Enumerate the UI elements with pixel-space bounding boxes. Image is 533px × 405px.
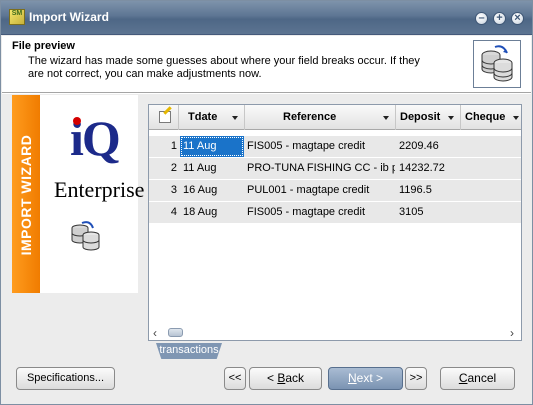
column-label: Tdate bbox=[188, 111, 218, 123]
title-bar[interactable]: SM Import Wizard – + × bbox=[1, 1, 532, 35]
logo-dot bbox=[73, 117, 81, 125]
column-header-cheque[interactable]: Cheque bbox=[461, 105, 521, 130]
wizard-header: File preview The wizard has made some gu… bbox=[2, 36, 531, 92]
sheet-tab-transactions[interactable]: transactions bbox=[156, 343, 222, 359]
row-number: 3 bbox=[170, 184, 177, 196]
grid-header: Tdate Reference Deposit Cheque bbox=[149, 105, 521, 130]
specifications-button[interactable]: Specifications... bbox=[16, 367, 115, 390]
cell-cheque[interactable] bbox=[463, 158, 521, 179]
next-button[interactable]: Next > bbox=[328, 367, 403, 390]
close-icon[interactable]: × bbox=[511, 12, 524, 25]
column-header-reference[interactable]: Reference bbox=[245, 105, 396, 130]
scroll-right-icon[interactable]: › bbox=[510, 326, 514, 340]
edit-icon bbox=[159, 111, 171, 123]
cell-tdate[interactable]: 16 Aug bbox=[183, 180, 244, 201]
database-sync-icon bbox=[71, 221, 100, 251]
header-divider bbox=[2, 92, 531, 94]
window-title: Import Wizard bbox=[29, 10, 109, 24]
table-row[interactable]: 2 11 Aug PRO-TUNA FISHING CC - ib pa 142… bbox=[149, 158, 521, 180]
import-wizard-window: SM Import Wizard – + × File preview The … bbox=[0, 0, 533, 405]
enterprise-logo-text: Enterprise bbox=[54, 177, 145, 202]
table-row[interactable]: 4 18 Aug FIS005 - magtape credit 3105 bbox=[149, 202, 521, 224]
row-number: 2 bbox=[170, 162, 177, 174]
scroll-left-icon[interactable]: ‹ bbox=[153, 326, 157, 340]
cell-cheque[interactable] bbox=[463, 202, 521, 223]
cell-tdate[interactable]: 11 Aug bbox=[180, 136, 244, 157]
iq-logo: iQ bbox=[70, 113, 121, 163]
page-title: File preview bbox=[12, 40, 75, 52]
cell-tdate[interactable]: 18 Aug bbox=[183, 202, 244, 223]
cell-reference[interactable]: PUL001 - magtape credit bbox=[247, 180, 395, 201]
maximize-icon[interactable]: + bbox=[493, 12, 506, 25]
back-rest: ack bbox=[285, 371, 305, 385]
cell-deposit[interactable]: 14232.72 bbox=[399, 158, 459, 179]
row-number: 4 bbox=[170, 206, 177, 218]
cell-deposit[interactable]: 3105 bbox=[399, 202, 459, 223]
cancel-rest: ancel bbox=[467, 371, 497, 385]
cell-reference[interactable]: FIS005 - magtape credit bbox=[247, 136, 395, 157]
dropdown-arrow-icon[interactable] bbox=[513, 116, 519, 120]
horizontal-scrollbar[interactable]: ‹ › bbox=[149, 324, 521, 340]
cell-cheque[interactable] bbox=[463, 136, 521, 157]
cell-deposit[interactable]: 1196.5 bbox=[399, 180, 459, 201]
cell-reference[interactable]: FIS005 - magtape credit bbox=[247, 202, 395, 223]
database-icon bbox=[473, 40, 521, 88]
cell-tdate[interactable]: 11 Aug bbox=[183, 158, 244, 179]
back-button[interactable]: < Back bbox=[249, 367, 322, 390]
band-label: IMPORT WIZARD bbox=[18, 134, 34, 256]
dropdown-arrow-icon[interactable] bbox=[448, 116, 454, 120]
grid-corner[interactable] bbox=[149, 105, 179, 130]
last-page-button[interactable]: >> bbox=[405, 367, 427, 390]
cell-deposit[interactable]: 2209.46 bbox=[399, 136, 459, 157]
column-label: Cheque bbox=[465, 111, 506, 123]
dropdown-arrow-icon[interactable] bbox=[232, 116, 238, 120]
minimize-icon[interactable]: – bbox=[475, 12, 488, 25]
table-row[interactable]: 1 11 Aug FIS005 - magtape credit 2209.46 bbox=[149, 136, 521, 158]
wizard-side-panel: IMPORT WIZARD iQ Enterprise bbox=[12, 95, 144, 293]
preview-grid[interactable]: Tdate Reference Deposit Cheque 1 11 Aug … bbox=[148, 104, 522, 341]
first-page-button[interactable]: << bbox=[224, 367, 246, 390]
column-header-deposit[interactable]: Deposit bbox=[396, 105, 461, 130]
row-number: 1 bbox=[170, 140, 177, 152]
scrollbar-thumb[interactable] bbox=[168, 328, 183, 337]
cell-cheque[interactable] bbox=[463, 180, 521, 201]
column-label: Reference bbox=[283, 111, 337, 123]
column-label: Deposit bbox=[400, 111, 441, 123]
next-key: N bbox=[347, 371, 357, 385]
cancel-button[interactable]: Cancel bbox=[440, 367, 515, 390]
back-prefix: < bbox=[266, 371, 278, 385]
dropdown-arrow-icon[interactable] bbox=[383, 116, 389, 120]
cell-reference[interactable]: PRO-TUNA FISHING CC - ib pa bbox=[247, 158, 395, 179]
import-wizard-band: IMPORT WIZARD bbox=[12, 95, 40, 293]
page-description: The wizard has made some guesses about w… bbox=[28, 55, 420, 80]
column-header-tdate[interactable]: Tdate bbox=[179, 105, 245, 130]
app-icon: SM bbox=[9, 9, 25, 25]
table-row[interactable]: 3 16 Aug PUL001 - magtape credit 1196.5 bbox=[149, 180, 521, 202]
next-rest: ext > bbox=[356, 371, 384, 385]
